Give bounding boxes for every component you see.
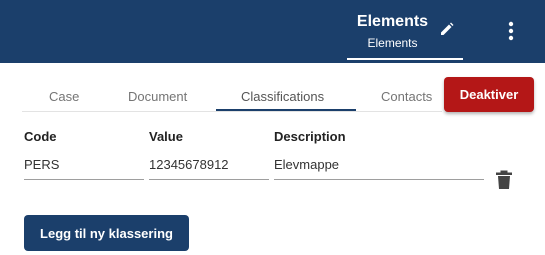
- tab-bar: Case Document Classifications Contacts: [22, 85, 442, 112]
- tab-document[interactable]: Document: [128, 89, 187, 104]
- deactivate-button[interactable]: Deaktiver: [444, 77, 534, 112]
- tab-classifications[interactable]: Classifications: [241, 89, 324, 104]
- column-header-description: Description: [274, 129, 346, 144]
- add-classification-button[interactable]: Legg til ny klassering: [24, 215, 189, 251]
- header-title: Elements: [356, 13, 429, 30]
- more-vertical-icon[interactable]: [502, 20, 520, 42]
- pencil-icon[interactable]: [440, 22, 454, 36]
- column-header-value: Value: [149, 129, 183, 144]
- column-header-code: Code: [24, 129, 57, 144]
- app-header: Elements Elements: [0, 0, 545, 63]
- value-field[interactable]: 12345678912: [149, 152, 269, 180]
- code-field[interactable]: PERS: [24, 152, 144, 180]
- header-subtitle: Elements: [367, 36, 418, 50]
- tab-contacts[interactable]: Contacts: [381, 89, 432, 104]
- description-field[interactable]: Elevmappe: [274, 152, 484, 180]
- trash-icon[interactable]: [495, 170, 513, 190]
- active-tab-indicator: [216, 109, 356, 111]
- tab-case[interactable]: Case: [49, 89, 79, 104]
- header-active-indicator: [347, 58, 463, 60]
